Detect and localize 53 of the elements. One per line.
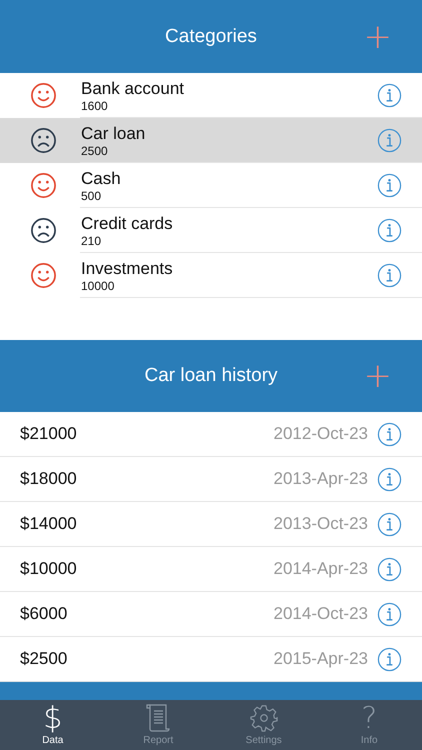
- history-row[interactable]: $18000 2013-Apr-23: [0, 457, 422, 502]
- history-row[interactable]: $10000 2014-Apr-23: [0, 547, 422, 592]
- info-icon[interactable]: [377, 556, 402, 582]
- header-title: Car loan history: [144, 365, 278, 387]
- info-icon[interactable]: [377, 128, 402, 153]
- category-row[interactable]: Investments 10000: [0, 253, 422, 298]
- category-row[interactable]: Cash 500: [0, 163, 422, 208]
- info-icon[interactable]: [377, 263, 402, 288]
- category-name: Cash: [81, 168, 122, 188]
- gear-icon: [250, 703, 278, 733]
- history-date: 2013-Apr-23: [273, 469, 368, 489]
- smiley-face-icon: [30, 172, 57, 199]
- info-icon[interactable]: [377, 422, 402, 446]
- category-row[interactable]: Bank account 1600: [0, 73, 422, 118]
- smiley-face-icon: [30, 262, 57, 289]
- category-row[interactable]: Credit cards 210: [0, 208, 422, 253]
- category-row[interactable]: Car loan 2500: [0, 118, 422, 163]
- tab[interactable]: $ Data: [0, 700, 106, 750]
- header-title: Categories: [165, 26, 257, 48]
- info-icon[interactable]: [377, 466, 402, 492]
- scroll-icon: [144, 703, 172, 733]
- history-date: 2013-Oct-23: [274, 514, 368, 534]
- history-date: 2014-Apr-23: [273, 559, 368, 579]
- history-date: 2012-Oct-23: [274, 424, 368, 444]
- category-amount: 1600: [81, 98, 109, 112]
- category-amount: 2500: [81, 144, 109, 158]
- history-row[interactable]: $21000 2012-Oct-23: [0, 412, 422, 457]
- info-icon[interactable]: [377, 646, 402, 672]
- category-name: Car loan: [81, 124, 146, 144]
- history-amount: $6000: [20, 604, 68, 624]
- info-icon[interactable]: [377, 173, 402, 198]
- info-icon[interactable]: [377, 83, 402, 108]
- sad-face-icon: [30, 127, 57, 154]
- info-icon[interactable]: [377, 512, 402, 536]
- category-amount: 10000: [81, 278, 116, 292]
- category-amount: 500: [81, 188, 102, 202]
- history-date: 2015-Apr-23: [273, 649, 368, 669]
- history-row[interactable]: $14000 2013-Oct-23: [0, 502, 422, 547]
- history-amount: $21000: [20, 424, 78, 444]
- sad-face-icon: [30, 217, 57, 244]
- history-amount: $2500: [20, 649, 68, 669]
- category-amount: 210: [81, 234, 102, 248]
- history-date: 2014-Oct-23: [274, 604, 368, 624]
- history-amount: $10000: [20, 559, 78, 579]
- history-row[interactable]: $6000 2014-Oct-23: [0, 592, 422, 637]
- info-icon[interactable]: [377, 602, 402, 626]
- smiley-face-icon: [30, 82, 57, 109]
- history-amount: $14000: [20, 514, 78, 534]
- history-amount: $18000: [20, 469, 78, 489]
- category-name: Bank account: [81, 78, 186, 98]
- category-name: Credit cards: [81, 214, 174, 234]
- info-icon[interactable]: [377, 218, 402, 243]
- category-name: Investments: [81, 258, 174, 278]
